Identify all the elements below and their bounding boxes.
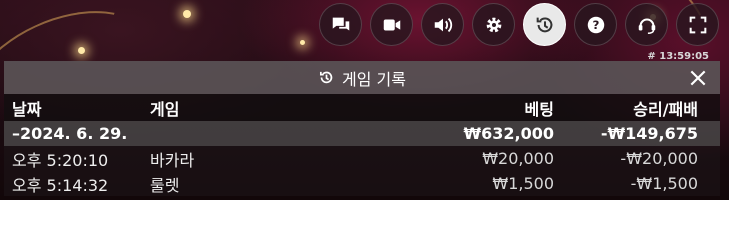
video-button[interactable] (370, 3, 413, 46)
date-group-row[interactable]: –2024. 6. 29. ₩632,000 -₩149,675 (4, 121, 720, 146)
help-button[interactable]: ? (574, 3, 617, 46)
entry-bet: ₩1,500 (492, 174, 554, 193)
entry-time: 오후 5:20:10 (12, 150, 109, 170)
headset-icon (638, 18, 655, 34)
date-group-bet: ₩632,000 (463, 124, 554, 143)
table-row[interactable]: 오후 5:20:10 바카라 ₩20,000 -₩20,000 (4, 146, 720, 171)
chat-icon (332, 17, 349, 30)
panel-title-text: 게임 기록 (342, 69, 406, 89)
background-light (300, 40, 305, 45)
column-header-date: 날짜 (12, 99, 42, 119)
background-light (183, 10, 191, 18)
fullscreen-button[interactable] (676, 3, 719, 46)
close-icon (690, 70, 706, 86)
column-header-bet: 베팅 (524, 99, 554, 119)
game-history-panel: 게임 기록 날짜 게임 베팅 승리/패배 –2024. 6. 29. ₩632,… (4, 61, 720, 200)
entry-result: -₩1,500 (630, 174, 698, 193)
column-header-game: 게임 (150, 99, 180, 119)
panel-title: 게임 기록 (318, 66, 406, 90)
entry-bet: ₩20,000 (482, 149, 554, 168)
entry-game: 바카라 (150, 150, 195, 170)
gear-icon (486, 17, 501, 32)
volume-icon (434, 17, 452, 32)
help-icon: ? (587, 16, 604, 33)
date-group-result: -₩149,675 (600, 124, 698, 143)
support-button[interactable] (625, 3, 668, 46)
history-icon (536, 17, 552, 32)
close-button[interactable] (686, 66, 710, 90)
table-header: 날짜 게임 베팅 승리/패배 (4, 94, 720, 121)
date-group-date: –2024. 6. 29. (12, 124, 128, 143)
sound-button[interactable] (421, 3, 464, 46)
entry-time: 오후 5:14:32 (12, 175, 109, 195)
control-bar: ? (319, 3, 719, 46)
history-button[interactable] (523, 3, 566, 46)
chat-button[interactable] (319, 3, 362, 46)
column-header-result: 승리/패배 (633, 99, 698, 119)
fullscreen-icon (689, 16, 706, 33)
entry-game: 룰렛 (150, 175, 180, 195)
settings-button[interactable] (472, 3, 515, 46)
svg-text:?: ? (592, 18, 599, 32)
video-camera-icon (383, 19, 400, 30)
history-table: 날짜 게임 베팅 승리/패배 –2024. 6. 29. ₩632,000 -₩… (4, 94, 720, 196)
entry-result: -₩20,000 (620, 149, 698, 168)
table-row[interactable]: 오후 5:14:32 룰렛 ₩1,500 -₩1,500 (4, 171, 720, 196)
panel-header: 게임 기록 (4, 61, 720, 94)
history-icon (319, 71, 333, 84)
